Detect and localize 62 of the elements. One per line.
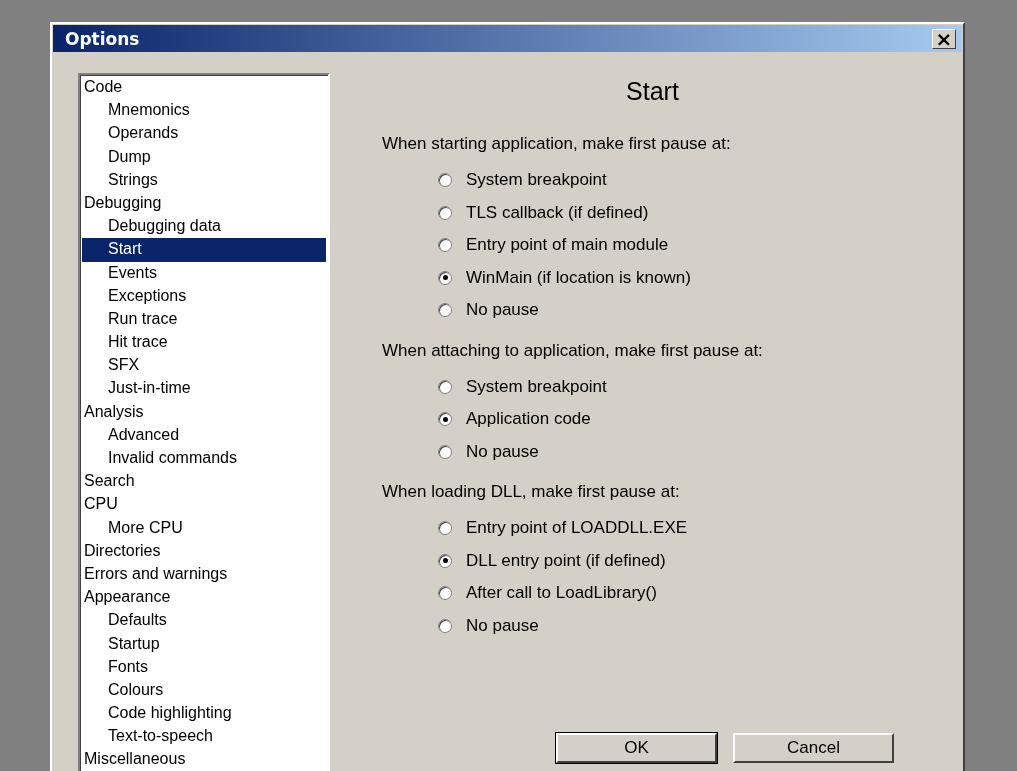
radio-button[interactable] [438,412,452,427]
tree-item[interactable]: Fonts [82,655,326,679]
radio-label[interactable]: Entry point of LOADDLL.EXE [466,518,688,539]
radio-button[interactable] [438,379,452,394]
tree-item[interactable]: Directories [82,539,326,563]
tree-item[interactable]: Strings [82,168,326,192]
radio-button[interactable] [438,205,452,220]
radio-label[interactable]: Application code [466,409,591,430]
radio-button[interactable] [438,618,452,633]
radio-label[interactable]: WinMain (if location is known) [466,267,691,288]
radio-label[interactable]: TLS callback (if defined) [466,202,649,223]
radio-label[interactable]: Entry point of main module [466,235,669,256]
tree-item[interactable]: Hit trace [82,331,326,355]
tree-item[interactable]: Errors and warnings [82,562,326,587]
radio-button[interactable] [438,553,452,568]
radio-label[interactable]: System breakpoint [466,376,607,397]
tree-item[interactable]: Text-to-speech [82,725,326,749]
tree-item[interactable]: Defaults [82,609,326,633]
radio-button[interactable] [438,521,452,536]
tree-item[interactable]: Exceptions [82,284,326,308]
tree-item[interactable]: Startup [82,632,326,656]
tree-item[interactable]: Dump [82,145,326,169]
tree-item[interactable]: SFX [82,354,326,378]
tree-item[interactable]: Search [82,470,326,494]
group-label: When starting application, make first pause at: [382,134,732,154]
radio-label[interactable]: No pause [466,615,539,636]
tree-item[interactable]: More CPU [82,516,326,540]
radio-button[interactable] [438,303,452,318]
tree-item[interactable]: Analysis [82,400,326,424]
radio-label[interactable]: System breakpoint [466,170,607,191]
tree-item[interactable]: Debugging [82,191,326,216]
radio-label[interactable]: DLL entry point (if defined) [466,550,666,571]
tree-item[interactable]: Colours [82,678,326,703]
radio-button[interactable] [438,444,452,459]
group-label: When loading DLL, make first pause at: [382,482,681,502]
radio-button[interactable] [438,586,452,601]
tree-item[interactable]: Miscellaneous [82,748,326,771]
cancel-button[interactable]: Cancel [733,733,894,763]
tree-item[interactable]: Events [82,261,326,285]
tree-item[interactable]: Operands [82,122,326,146]
tree-item[interactable]: Advanced [82,423,326,447]
tree-item[interactable]: Invalid commands [82,447,326,471]
tree-item[interactable]: Appearance [82,586,326,610]
radio-label[interactable]: No pause [466,441,539,462]
tree-item[interactable]: Code [82,76,326,100]
tree-item[interactable]: CPU [82,493,326,517]
window-title: Options [65,28,140,49]
radio-button[interactable] [438,173,452,188]
tree-item[interactable]: Just-in-time [82,377,326,401]
page-heading: Start [625,77,680,106]
tree-item[interactable]: Mnemonics [82,99,326,123]
tree-item[interactable]: Run trace [82,307,326,332]
group-label: When attaching to application, make first pause at: [382,340,764,361]
ok-button[interactable]: OK [556,733,717,763]
radio-label[interactable]: After call to LoadLibrary() [466,583,657,604]
tree-item[interactable]: Debugging data [82,215,326,239]
close-button[interactable]: × [932,28,956,49]
radio-label[interactable]: No pause [466,300,539,321]
radio-button[interactable] [438,238,452,253]
tree-item[interactable]: Start [82,238,326,262]
tree-item[interactable]: Code highlighting [82,702,326,726]
radio-button[interactable] [438,270,452,285]
